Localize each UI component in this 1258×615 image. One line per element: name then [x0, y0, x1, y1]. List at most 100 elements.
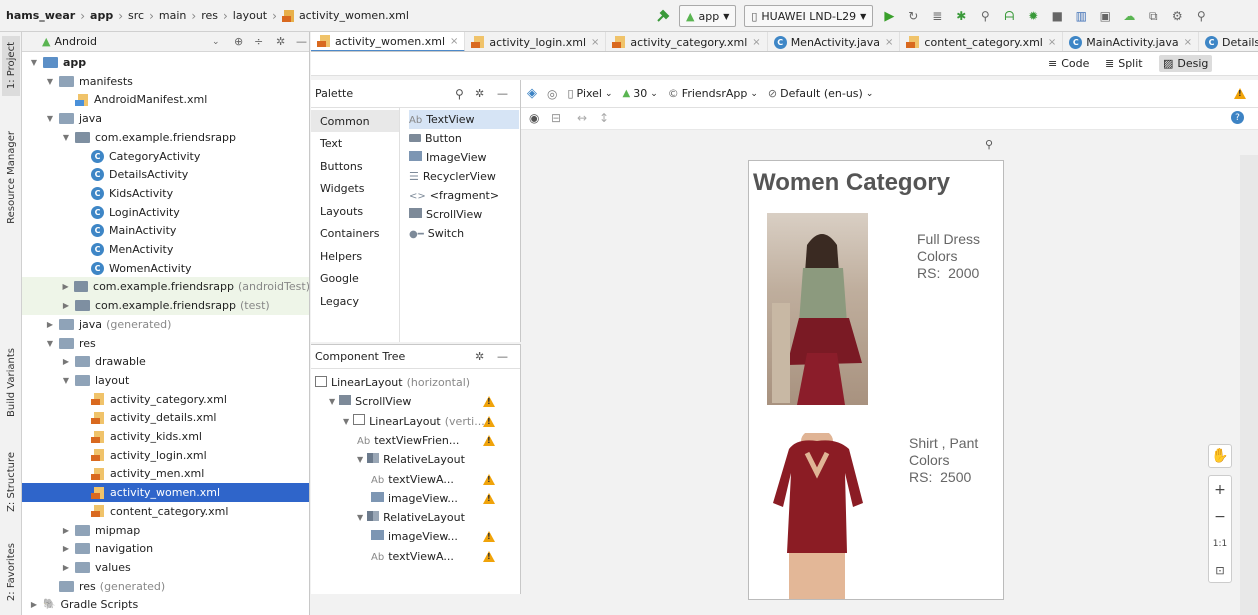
- crumb-project[interactable]: hams_wear: [6, 9, 75, 22]
- component-tree-item[interactable]: imageView...: [371, 489, 495, 508]
- locate-icon[interactable]: ⊕: [234, 35, 243, 48]
- tree-item[interactable]: C KidsActivity: [22, 184, 309, 203]
- hide-icon[interactable]: —: [497, 350, 508, 363]
- api-select[interactable]: ▲ 30 ⌄: [623, 87, 658, 100]
- design-mode-button[interactable]: ▨ Desig: [1159, 55, 1213, 72]
- search-icon[interactable]: ⚲: [1193, 8, 1209, 24]
- stop-icon[interactable]: ■: [1049, 8, 1065, 24]
- locale-select[interactable]: ⊘ Default (en-us) ⌄: [768, 87, 873, 100]
- collapse-arrow-icon[interactable]: ▶: [28, 600, 40, 609]
- apply-changes-icon[interactable]: ↻: [905, 8, 921, 24]
- expand-arrow-icon[interactable]: ▼: [60, 376, 72, 385]
- expand-arrow-icon[interactable]: ▼: [28, 58, 40, 67]
- product-1-name[interactable]: Full Dress: [917, 231, 980, 247]
- tree-item[interactable]: C WomenActivity: [22, 259, 309, 278]
- close-icon[interactable]: ×: [591, 37, 599, 48]
- palette-category[interactable]: Google: [311, 268, 399, 290]
- design-canvas[interactable]: ⚲ Women Category Full Dress Colors RS: 2…: [521, 130, 1241, 615]
- palette-item[interactable]: Ab TextView: [409, 110, 519, 129]
- tree-item[interactable]: C LoginActivity: [22, 203, 309, 222]
- layout-inspector-icon[interactable]: ⧉: [1145, 8, 1161, 24]
- close-icon[interactable]: ×: [1184, 37, 1192, 48]
- eye-icon[interactable]: ◉: [529, 111, 539, 125]
- warning-icon[interactable]: [1234, 88, 1246, 99]
- tree-item[interactable]: C MenActivity: [22, 240, 309, 259]
- split-mode-button[interactable]: ≣ Split: [1101, 55, 1147, 72]
- help-icon[interactable]: ?: [1231, 111, 1244, 124]
- avd-manager-icon[interactable]: ▣: [1097, 8, 1113, 24]
- close-icon[interactable]: ×: [752, 37, 760, 48]
- tree-item[interactable]: ▼ app: [22, 53, 309, 72]
- assistant-icon[interactable]: ⚙: [1169, 8, 1185, 24]
- component-tree-item[interactable]: ▼ ScrollView: [329, 392, 495, 411]
- gear-icon[interactable]: ✲: [475, 87, 484, 100]
- structure-icon[interactable]: ▥: [1073, 8, 1089, 24]
- editor-tab[interactable]: activity_women.xml ×: [311, 32, 466, 51]
- orientation-icon[interactable]: ◎: [547, 87, 557, 101]
- hide-icon[interactable]: —: [497, 87, 508, 100]
- run-icon[interactable]: ▶: [881, 8, 897, 24]
- blueprint-icon[interactable]: ⊟: [551, 111, 561, 125]
- gear-icon[interactable]: ✲: [276, 35, 285, 48]
- build-variants-tab[interactable]: Build Variants: [2, 332, 20, 432]
- tree-item[interactable]: activity_men.xml: [22, 464, 309, 483]
- expand-arrow-icon[interactable]: ▼: [329, 397, 335, 406]
- hammer-icon[interactable]: [655, 8, 671, 24]
- collapse-arrow-icon[interactable]: ▶: [60, 544, 72, 553]
- resource-manager-tab[interactable]: Resource Manager: [2, 122, 20, 232]
- palette-category[interactable]: Legacy: [311, 290, 399, 312]
- palette-category[interactable]: Containers: [311, 223, 399, 245]
- component-tree-item[interactable]: imageView...: [371, 527, 495, 546]
- palette-category[interactable]: Common: [311, 110, 399, 132]
- palette-category[interactable]: Buttons: [311, 155, 399, 177]
- tree-item[interactable]: ▶ values: [22, 558, 309, 577]
- tree-item[interactable]: C DetailsActivity: [22, 165, 309, 184]
- zoom-fit-button[interactable]: ⊡: [1209, 557, 1231, 584]
- tree-item[interactable]: AndroidManifest.xml: [22, 90, 309, 109]
- tree-item[interactable]: ▶ 🐘 Gradle Scripts: [22, 595, 309, 614]
- theme-select[interactable]: © FriendsrApp ⌄: [668, 87, 758, 100]
- crumb-res[interactable]: res: [201, 9, 218, 22]
- zoom-out-button[interactable]: −: [1209, 503, 1231, 530]
- canvas-scrollbar[interactable]: [1240, 155, 1258, 615]
- palette-item[interactable]: ●━ Switch: [409, 224, 464, 243]
- tree-item[interactable]: ▶ java (generated): [22, 315, 309, 334]
- tree-item[interactable]: ▼ res: [22, 334, 309, 353]
- component-tree-item[interactable]: Ab textViewA...: [371, 547, 495, 566]
- close-icon[interactable]: ×: [450, 36, 458, 47]
- project-view-select[interactable]: Android: [54, 35, 97, 48]
- structure-tab[interactable]: Z: Structure: [2, 442, 20, 522]
- close-icon[interactable]: ×: [1048, 37, 1056, 48]
- search-icon[interactable]: ⚲: [455, 87, 464, 101]
- tree-item[interactable]: ▶ com.example.friendsrapp (androidTest): [22, 277, 309, 297]
- tree-item[interactable]: ▼ com.example.friendsrapp: [22, 128, 309, 147]
- tree-item[interactable]: activity_login.xml: [22, 446, 309, 465]
- collapse-arrow-icon[interactable]: ▶: [44, 320, 56, 329]
- palette-item[interactable]: ScrollView: [409, 205, 482, 224]
- warning-icon[interactable]: [483, 550, 495, 562]
- gear-icon[interactable]: ✲: [475, 350, 484, 363]
- expand-arrow-icon[interactable]: ▼: [60, 133, 72, 142]
- palette-item[interactable]: ImageView: [409, 148, 487, 167]
- crumb-layout[interactable]: layout: [233, 9, 267, 22]
- editor-tab[interactable]: content_category.xml ×: [900, 32, 1064, 51]
- expand-arrow-icon[interactable]: ▼: [343, 417, 349, 426]
- zoom-actual-button[interactable]: 1:1: [1209, 530, 1231, 557]
- palette-item[interactable]: ☰ RecyclerView: [409, 167, 496, 186]
- project-tool-tab[interactable]: 1: Project: [2, 36, 20, 96]
- device-select[interactable]: ▯ HUAWEI LND-L29 ▼: [744, 5, 874, 27]
- palette-item[interactable]: <> <fragment>: [409, 186, 499, 205]
- expand-arrow-icon[interactable]: ▼: [357, 513, 363, 522]
- run-config-select[interactable]: ▲ app ▼: [679, 5, 737, 27]
- collapse-arrow-icon[interactable]: ▶: [60, 301, 72, 310]
- close-icon[interactable]: ×: [885, 37, 893, 48]
- tree-item[interactable]: C CategoryActivity: [22, 147, 309, 166]
- expand-arrow-icon[interactable]: ▼: [44, 114, 56, 123]
- expand-arrow-icon[interactable]: ▼: [357, 455, 363, 464]
- crumb-main[interactable]: main: [159, 9, 186, 22]
- palette-category[interactable]: Text: [311, 133, 399, 155]
- product-2-colors[interactable]: Colors: [909, 452, 949, 468]
- expand-arrow-icon[interactable]: ▼: [44, 339, 56, 348]
- product-image-shirt[interactable]: [767, 433, 868, 599]
- component-tree-item[interactable]: ▼ RelativeLayout: [357, 508, 465, 527]
